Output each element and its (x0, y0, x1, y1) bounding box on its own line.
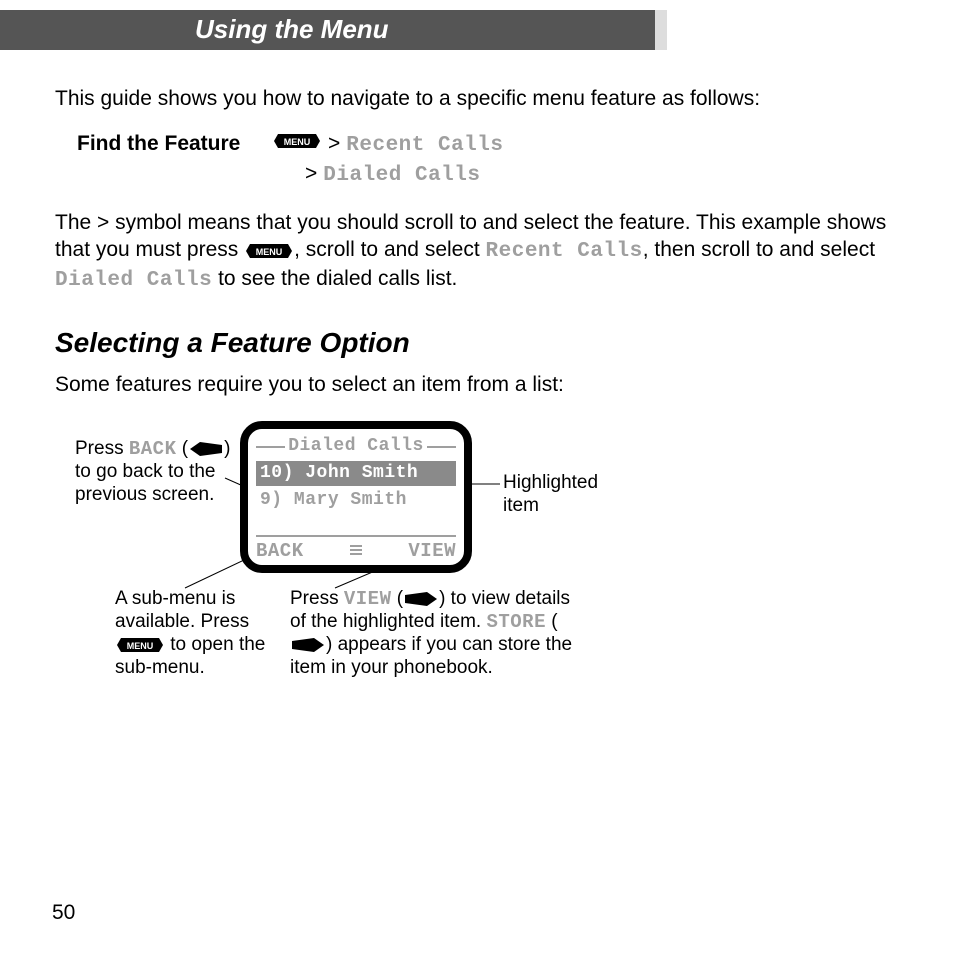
callout-back-label: BACK (129, 438, 177, 460)
list-item: 9) Mary Smith (256, 488, 456, 513)
body-column: This guide shows you how to navigate to … (0, 50, 954, 716)
section-heading: Selecting a Feature Option (55, 325, 899, 361)
callout-highlighted: Highlighted item (503, 472, 633, 518)
screen-title-row: Dialed Calls (256, 435, 456, 458)
title-rule-left (256, 446, 285, 448)
softkey-back: BACK (256, 539, 304, 564)
title-rule-right (427, 446, 456, 448)
left-softkey-icon (190, 442, 222, 456)
nav-sep-2: > (305, 160, 317, 187)
softkey-view: VIEW (408, 539, 456, 564)
menu-key-icon: MENU (117, 636, 163, 654)
inline-recent-calls: Recent Calls (486, 240, 643, 263)
nav-item-recent-calls: Recent Calls (346, 132, 503, 159)
page-title: Using the Menu (0, 10, 655, 50)
page-number: 50 (52, 899, 75, 926)
intro-paragraph: This guide shows you how to navigate to … (55, 85, 899, 112)
diagram: Press BACK () to go back to the previous… (75, 416, 675, 716)
svg-text:MENU: MENU (284, 137, 311, 147)
explanation-paragraph: The > symbol means that you should scrol… (55, 209, 899, 295)
callout-submenu: A sub-menu is available. Press MENU to o… (115, 588, 275, 679)
find-feature-block: Find the Feature MENU > Recent Calls > D… (77, 130, 899, 189)
right-softkey-icon (292, 638, 324, 652)
header-accent (655, 10, 667, 50)
callout-view: Press VIEW () to view details of the hig… (290, 588, 590, 679)
menu-key-icon: MENU (246, 242, 292, 260)
right-softkey-icon (405, 592, 437, 606)
svg-text:MENU: MENU (256, 247, 283, 257)
menu-indicator-icon (348, 539, 364, 564)
callout-store-label: STORE (486, 611, 546, 633)
header-band: Using the Menu (0, 10, 954, 50)
section-intro: Some features require you to select an i… (55, 371, 899, 398)
find-label: Find the Feature (77, 130, 272, 157)
list-item: 10) John Smith (256, 461, 456, 486)
softkey-row: BACK VIEW (256, 535, 456, 564)
menu-key-icon: MENU (274, 132, 320, 150)
inline-dialed-calls: Dialed Calls (55, 269, 212, 292)
callout-back: Press BACK () to go back to the previous… (75, 438, 235, 506)
screen-title: Dialed Calls (288, 435, 424, 458)
callout-view-label: VIEW (344, 588, 392, 610)
nav-sep-1: > (328, 130, 340, 157)
phone-screen: Dialed Calls 10) John Smith 9) Mary Smit… (240, 421, 472, 573)
svg-text:MENU: MENU (127, 641, 154, 651)
nav-item-dialed-calls: Dialed Calls (323, 162, 480, 189)
